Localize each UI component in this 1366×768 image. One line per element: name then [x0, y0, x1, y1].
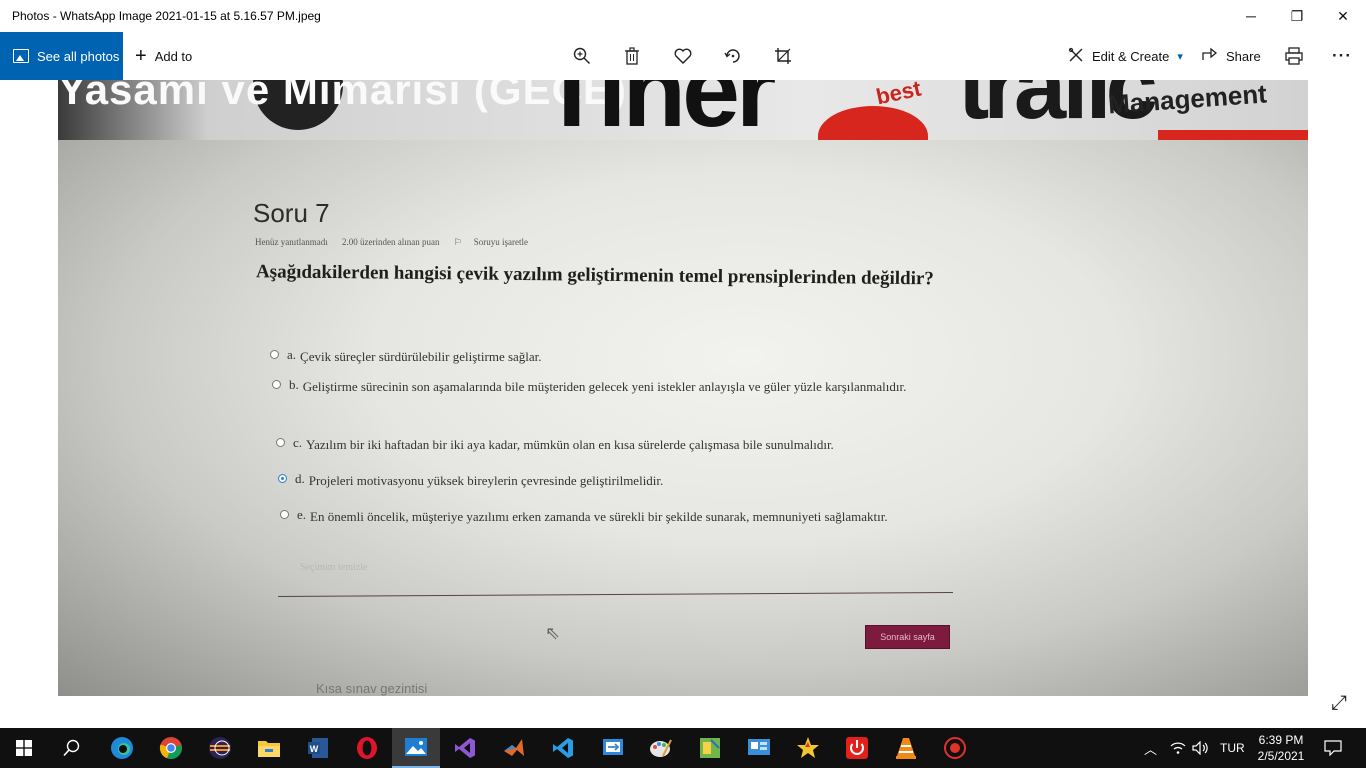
- window-title: Photos - WhatsApp Image 2021-01-15 at 5.…: [12, 9, 321, 23]
- teamviewer-icon[interactable]: [589, 728, 637, 768]
- banner-word-best: best: [873, 80, 924, 110]
- chevron-down-icon: ▾: [1177, 50, 1183, 63]
- eclipse-icon[interactable]: [196, 728, 244, 768]
- photo-banner: Yasamı ve Mimarisi (GECE) Tiner best tra…: [58, 80, 1308, 140]
- option-text: Projeleri motivasyonu yüksek bireylerin …: [308, 473, 664, 488]
- question-meta: Henüz yanıtlanmadı 2.00 üzerinden alınan…: [255, 237, 540, 248]
- radio-a: [270, 350, 279, 359]
- paint-icon[interactable]: [637, 728, 685, 768]
- share-button[interactable]: Share: [1202, 32, 1261, 80]
- radio-b: [272, 380, 281, 389]
- banner-red-shape: [818, 106, 928, 140]
- network-icon[interactable]: [1170, 728, 1186, 768]
- chrome-icon[interactable]: [147, 728, 195, 768]
- share-icon: [1202, 47, 1218, 65]
- question-points: 2.00 üzerinden alınan puan: [341, 237, 440, 247]
- option-text: Geliştirme sürecinin son aşamalarında bi…: [302, 379, 907, 394]
- zoom-in-icon[interactable]: [570, 44, 594, 68]
- edit-create-button[interactable]: Edit & Create ▾: [1068, 32, 1183, 80]
- svg-text:W: W: [310, 744, 319, 754]
- share-label: Share: [1226, 48, 1261, 64]
- more-options-button[interactable]: ···: [1330, 44, 1354, 68]
- option-b: b. Geliştirme sürecinin son aşamalarında…: [272, 377, 922, 396]
- flag-icon: ⚐: [453, 237, 462, 247]
- edge-icon[interactable]: [98, 728, 146, 768]
- question-number: Soru 7: [253, 198, 330, 228]
- option-c: c. Yazılım bir iki haftadan bir iki aya …: [276, 435, 976, 454]
- banner-word-big: Tiner: [540, 80, 776, 140]
- clock[interactable]: 6:39 PM 2/5/2021: [1248, 732, 1314, 764]
- rotate-icon[interactable]: [721, 44, 745, 68]
- option-text: En önemli öncelik, müşteriye yazılımı er…: [310, 509, 888, 524]
- print-icon[interactable]: [1282, 44, 1306, 68]
- option-letter: c.: [293, 435, 303, 450]
- vlc-icon[interactable]: [882, 728, 930, 768]
- option-e: e. En önemli öncelik, müşteriye yazılımı…: [280, 507, 940, 526]
- divider: [278, 591, 953, 598]
- vscode-icon[interactable]: [539, 728, 587, 768]
- photos-icon[interactable]: [392, 728, 440, 768]
- matlab-icon[interactable]: [490, 728, 538, 768]
- clock-date: 2/5/2021: [1257, 749, 1305, 763]
- banner-red-block: [1158, 130, 1308, 140]
- app-blue-icon[interactable]: [735, 728, 783, 768]
- visual-studio-icon[interactable]: [441, 728, 489, 768]
- edit-create-icon: [1068, 47, 1084, 66]
- see-all-photos-label: See all photos: [37, 48, 120, 64]
- minimize-button[interactable]: ─: [1228, 0, 1274, 32]
- plus-icon: +: [135, 44, 147, 67]
- taskbar: W ︿ TUR 6:39 PM 2/5/2021: [0, 728, 1366, 768]
- word-icon[interactable]: W: [294, 728, 342, 768]
- quiz-navigation-label: Kısa sınav gezintisi: [316, 681, 428, 696]
- language-indicator[interactable]: TUR: [1220, 728, 1245, 768]
- restore-button[interactable]: ❐: [1274, 0, 1320, 32]
- clear-choice-link: Seçimim temizle: [300, 562, 368, 573]
- question-status: Henüz yanıtlanmadı: [255, 237, 328, 247]
- close-button[interactable]: ✕: [1320, 0, 1366, 32]
- title-bar: Photos - WhatsApp Image 2021-01-15 at 5.…: [0, 0, 1366, 32]
- volume-icon[interactable]: [1192, 728, 1210, 768]
- edit-create-label: Edit & Create: [1092, 48, 1170, 64]
- add-to-label: Add to: [154, 48, 193, 64]
- show-hidden-icons-button[interactable]: ︿: [1144, 728, 1157, 768]
- power-app-icon[interactable]: [833, 728, 881, 768]
- app-star-icon[interactable]: [784, 728, 832, 768]
- add-to-button[interactable]: + Add to: [135, 32, 192, 80]
- option-a: a. Çevik süreçler sürdürülebilir gelişti…: [270, 347, 830, 366]
- mouse-cursor-icon: ⇖: [545, 623, 561, 643]
- option-letter: b.: [289, 377, 299, 392]
- trash-icon[interactable]: [620, 44, 644, 68]
- flag-question-link: Soruyu işaretle: [473, 237, 529, 247]
- photo-viewer[interactable]: Yasamı ve Mimarisi (GECE) Tiner best tra…: [58, 80, 1308, 696]
- photo-icon: [13, 49, 29, 63]
- clock-time: 6:39 PM: [1258, 733, 1304, 747]
- radio-c: [276, 438, 285, 447]
- file-explorer-icon[interactable]: [245, 728, 293, 768]
- option-letter: d.: [295, 471, 305, 486]
- photo-toolbar: See all photos + Add to Edit & Create ▾: [0, 32, 1366, 80]
- search-icon[interactable]: [48, 728, 96, 768]
- start-icon[interactable]: [0, 728, 48, 768]
- option-text: Çevik süreçler sürdürülebilir geliştirme…: [300, 349, 542, 364]
- fullscreen-expand-icon[interactable]: ⤢: [1331, 692, 1347, 715]
- option-d: d. Projeleri motivasyonu yüksek bireyler…: [278, 471, 838, 490]
- crop-icon[interactable]: [771, 44, 795, 68]
- notifications-icon[interactable]: [1324, 728, 1342, 768]
- option-text: Yazılım bir iki haftadan bir iki aya kad…: [306, 437, 834, 452]
- radio-d-selected: [278, 474, 287, 483]
- option-letter: e.: [297, 507, 307, 522]
- opera-icon[interactable]: [343, 728, 391, 768]
- next-page-button: Sonraki sayfa: [865, 625, 950, 649]
- radio-e: [280, 510, 289, 519]
- screen-recorder-icon[interactable]: [931, 728, 979, 768]
- app-green-icon[interactable]: [686, 728, 734, 768]
- option-letter: a.: [287, 347, 297, 362]
- heart-icon[interactable]: [671, 44, 695, 68]
- chevron-up-icon: ︿: [1144, 741, 1158, 757]
- see-all-photos-button[interactable]: See all photos: [0, 32, 123, 80]
- question-text: Aşağıdakilerden hangisi çevik yazılım ge…: [255, 261, 934, 290]
